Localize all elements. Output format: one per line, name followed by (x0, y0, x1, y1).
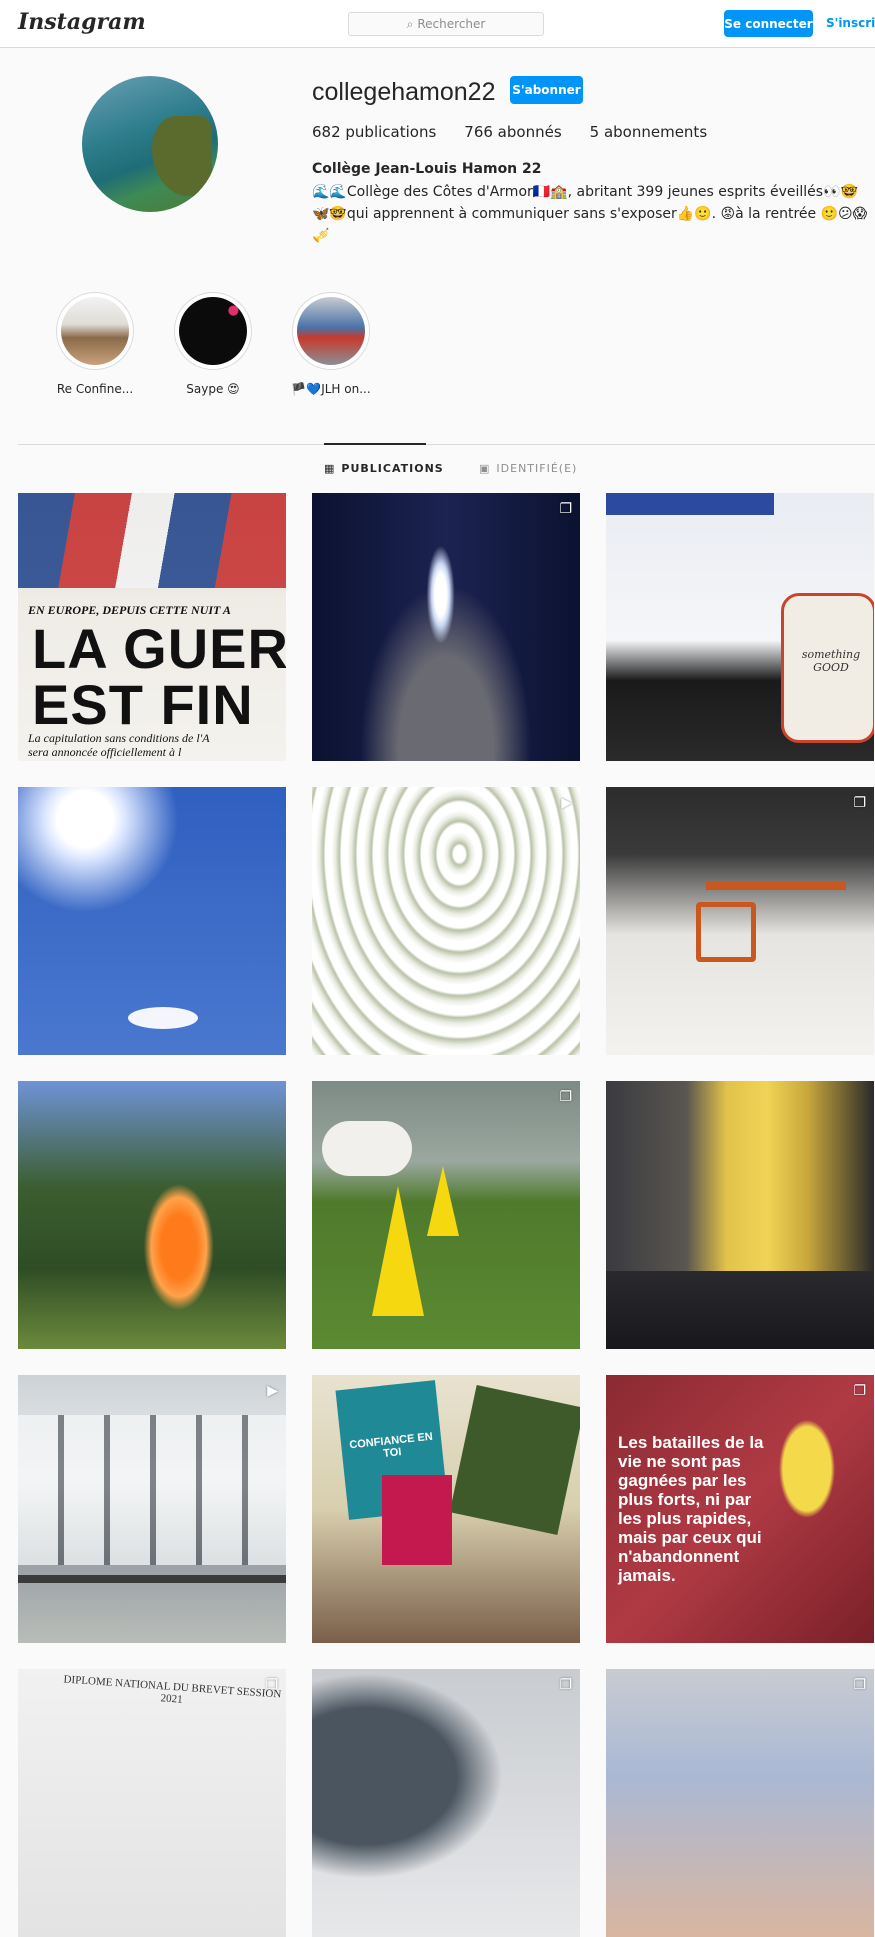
highlight-item[interactable]: Re Confine... (40, 292, 150, 396)
publications-count: 682 publications (312, 123, 437, 141)
highlight-label: 🏴💙JLH on... (291, 382, 371, 396)
railing-shape (18, 1575, 286, 1583)
quote-text: Les batailles de la vie ne sont pas gagn… (618, 1433, 764, 1585)
followers-count[interactable]: 766 abonnés (464, 123, 561, 141)
book-cover (449, 1384, 580, 1536)
tab-publications-label: PUBLICATIONS (341, 462, 444, 475)
post-tile[interactable] (18, 787, 286, 1055)
mug-image: something GOOD (781, 593, 874, 743)
profile-avatar[interactable] (82, 76, 218, 212)
highlight-ring (174, 292, 252, 370)
post-tile[interactable]: CONFIANCE EN TOI (312, 1375, 580, 1643)
search-placeholder: Rechercher (417, 17, 486, 31)
newspaper-headline: LA GUERREST FIN (32, 621, 286, 733)
search-input[interactable]: ⌕ Rechercher (348, 12, 544, 36)
highlight-thumbnail (61, 297, 129, 365)
carousel-icon: ❐ (559, 1677, 572, 1693)
newspaper-headline-2: EST FIN (32, 673, 254, 736)
windows-image (18, 1415, 286, 1565)
post-tile[interactable]: ❐ (312, 1081, 580, 1349)
carousel-icon: ❐ (853, 795, 866, 811)
profile-username: collegehamon22 (312, 78, 496, 106)
tab-tagged[interactable]: ▣ IDENTIFIÉ(E) (479, 462, 577, 475)
post-tile[interactable]: ❐ (606, 787, 874, 1055)
active-tab-indicator (324, 443, 426, 445)
goat-image (322, 1121, 412, 1176)
video-icon: ▶ (561, 795, 572, 811)
follow-button[interactable]: S'abonner (510, 76, 583, 104)
carousel-icon: ❐ (559, 501, 572, 517)
post-tile[interactable]: ❐ (606, 1669, 874, 1937)
highlight-item[interactable]: Saype 😍 (158, 292, 268, 396)
highlight-ring (292, 292, 370, 370)
highlight-ring (56, 292, 134, 370)
login-button[interactable]: Se connecter (724, 10, 813, 37)
highlight-label: Saype 😍 (186, 382, 240, 396)
newspaper-subline-1: La capitulation sans conditions de l'A (28, 731, 210, 745)
post-tile[interactable]: ▶ (312, 787, 580, 1055)
carousel-icon: ❐ (853, 1677, 866, 1693)
carousel-icon: ❐ (853, 1383, 866, 1399)
following-count[interactable]: 5 abonnements (590, 123, 708, 141)
carousel-icon: ❐ (559, 1089, 572, 1105)
cone-image (372, 1186, 424, 1316)
newspaper-subline: La capitulation sans conditions de l'A se… (28, 731, 210, 759)
search-icon: ⌕ (406, 16, 414, 31)
tab-tagged-label: IDENTIFIÉ(E) (496, 462, 578, 475)
top-nav: Instagram ⌕ Rechercher Se connecter S'in… (0, 0, 875, 48)
floor-shape (606, 1271, 874, 1349)
cloud-shape (128, 1007, 198, 1029)
highlight-label: Re Confine... (56, 382, 134, 396)
tagged-icon: ▣ (479, 462, 491, 475)
highlight-item[interactable]: 🏴💙JLH on... (276, 292, 386, 396)
post-tile[interactable]: ❐ (312, 493, 580, 761)
profile-bio: 🌊🌊Collège des Côtes d'Armor🇫🇷🏫, abritant… (312, 184, 868, 244)
diploma-text: DIPLOME NATIONAL DU BREVET SESSION 2021 (63, 1673, 282, 1706)
post-tile[interactable]: EN EUROPE, DEPUIS CETTE NUIT A LA GUERRE… (18, 493, 286, 761)
tabs-divider (18, 444, 875, 445)
tab-publications[interactable]: ▦ PUBLICATIONS (324, 462, 444, 475)
highlight-thumbnail (179, 297, 247, 365)
post-tile[interactable] (606, 1081, 874, 1349)
cone-image (427, 1166, 459, 1236)
profile-full-name: Collège Jean-Louis Hamon 22 (312, 161, 542, 177)
screen-toolbar (606, 493, 774, 515)
post-tile[interactable]: something GOOD (606, 493, 874, 761)
highlight-thumbnail (297, 297, 365, 365)
instagram-logo[interactable]: Instagram (18, 9, 146, 35)
mug-text: something GOOD (801, 648, 861, 674)
carousel-icon: ❐ (265, 1677, 278, 1693)
newspaper-subline-2: sera annoncée officiellement à l (28, 745, 182, 759)
profile-page: collegehamon22 S'abonner 682 publication… (0, 48, 875, 1937)
book-cover (382, 1475, 452, 1565)
newspaper-headline-1: LA GUERR (32, 617, 286, 680)
post-tile[interactable]: ▶ (18, 1375, 286, 1643)
profile-stats: 682 publications 766 abonnés 5 abonnemen… (312, 123, 707, 141)
signup-link[interactable]: S'inscrire (826, 16, 875, 30)
video-icon: ▶ (267, 1383, 278, 1399)
post-tile[interactable]: DIPLOME NATIONAL DU BREVET SESSION 2021 … (18, 1669, 286, 1937)
table-image (706, 882, 846, 890)
book-title: CONFIANCE EN TOI (348, 1430, 434, 1460)
post-tile[interactable]: Les batailles de la vie ne sont pas gagn… (606, 1375, 874, 1643)
flags-image (18, 493, 286, 588)
newspaper-line: EN EUROPE, DEPUIS CETTE NUIT A (28, 603, 231, 617)
chair-image (696, 902, 756, 962)
post-tile[interactable] (18, 1081, 286, 1349)
post-tile[interactable]: ❐ (312, 1669, 580, 1937)
grid-icon: ▦ (324, 462, 336, 475)
